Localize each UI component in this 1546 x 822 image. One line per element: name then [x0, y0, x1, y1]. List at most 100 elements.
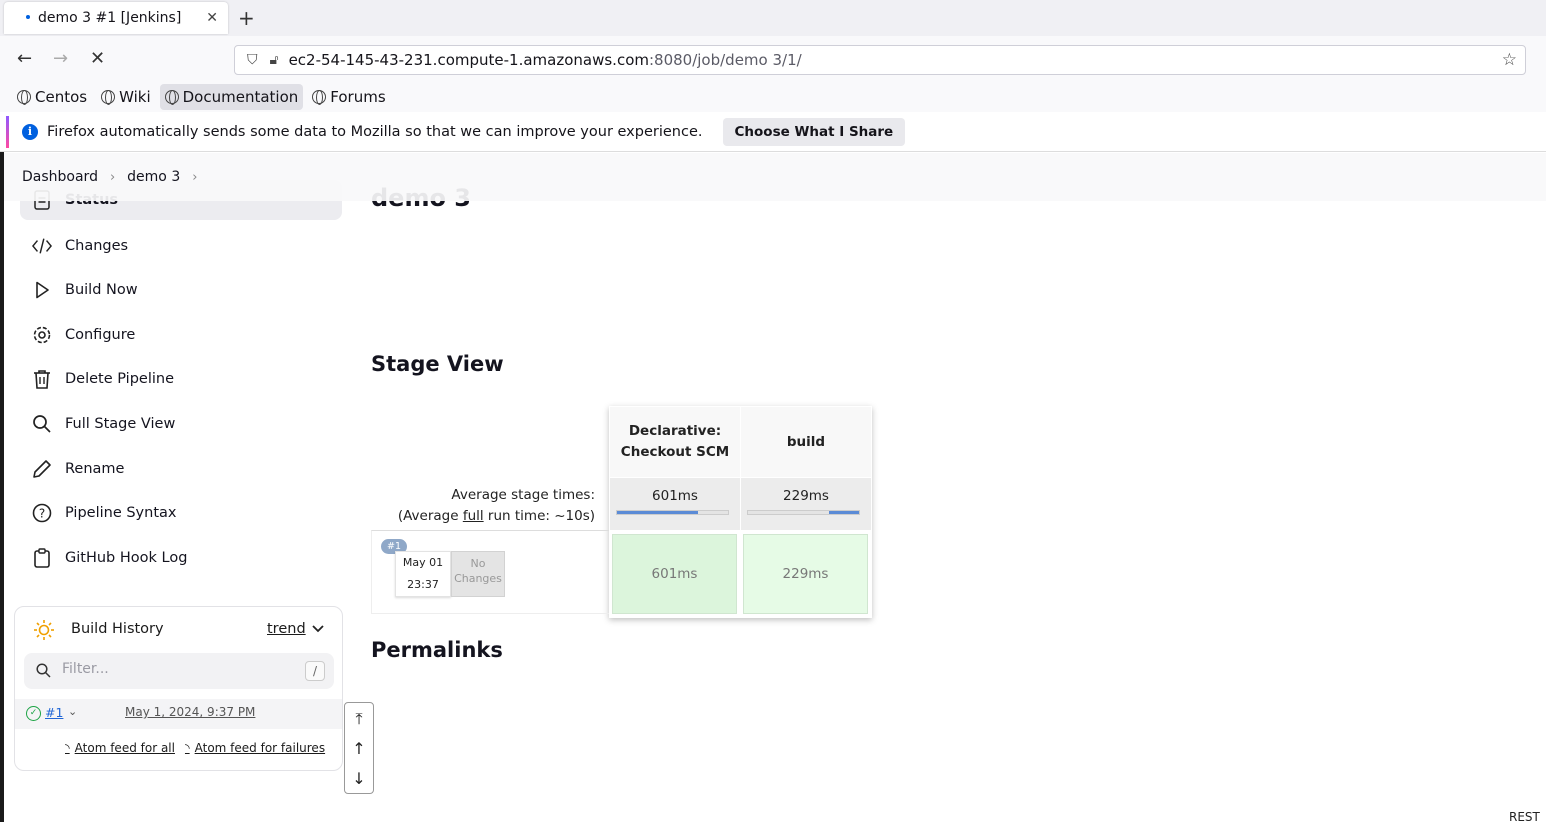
- choose-what-i-share-button[interactable]: Choose What I Share: [722, 117, 906, 146]
- gear-icon: [32, 325, 52, 345]
- browser-tab[interactable]: demo 3 #1 [Jenkins] ✕: [4, 2, 228, 34]
- new-tab-icon[interactable]: +: [238, 6, 255, 30]
- bookmark-wiki[interactable]: Wiki: [96, 84, 156, 110]
- info-icon: i: [22, 123, 38, 140]
- stage-average-bar-fill: [829, 511, 859, 514]
- globe-icon: [17, 90, 31, 105]
- full-run-link[interactable]: full: [463, 508, 484, 524]
- sidebar-item-label: Build Now: [65, 282, 138, 298]
- filter-input[interactable]: [62, 661, 282, 677]
- back-arrow-icon[interactable]: ←: [17, 48, 32, 69]
- atom-feed-all-link[interactable]: ◝ Atom feed for all: [65, 741, 175, 755]
- sidebar-item-label: Pipeline Syntax: [65, 505, 177, 521]
- stage-cell-build[interactable]: 229ms: [743, 534, 868, 614]
- stage-view-heading: Stage View: [371, 352, 504, 376]
- scroll-down-icon[interactable]: ↓: [345, 763, 373, 793]
- tab-title: demo 3 #1 [Jenkins]: [38, 10, 182, 26]
- bookmark-forums[interactable]: Forums: [307, 84, 390, 110]
- stage-average-bar: [616, 510, 729, 515]
- sidebar-item-configure[interactable]: Configure: [20, 315, 342, 355]
- bookmark-centos[interactable]: Centos: [12, 84, 92, 110]
- rest-api-link[interactable]: REST A: [1509, 810, 1546, 822]
- url-host: ec2-54-145-43-231.compute-1.amazonaws.co…: [288, 51, 649, 69]
- sidebar-item-label: Rename: [65, 461, 125, 477]
- sidebar-item-label: Delete Pipeline: [65, 371, 174, 387]
- chevron-right-icon[interactable]: ›: [192, 170, 197, 185]
- scroll-to-top-icon[interactable]: ⤒: [345, 704, 373, 734]
- telemetry-notice: i Firefox automatically sends some data …: [0, 112, 1546, 152]
- chevron-down-icon[interactable]: [312, 622, 324, 638]
- shield-icon[interactable]: ⛉: [247, 52, 258, 68]
- sidebar-item-delete-pipeline[interactable]: Delete Pipeline: [20, 359, 342, 399]
- notice-accent: [6, 116, 9, 148]
- notice-text: Firefox automatically sends some data to…: [47, 123, 703, 140]
- svg-text:?: ?: [39, 507, 45, 521]
- url-bar[interactable]: ⛉ 🔓︎ ec2-54-145-43-231.compute-1.amazona…: [234, 45, 1526, 75]
- star-icon[interactable]: ☆: [1502, 50, 1517, 70]
- build-row[interactable]: ✓ #1 ⌄ May 1, 2024, 9:37 PM: [15, 699, 342, 729]
- sidebar-item-rename[interactable]: Rename: [20, 449, 342, 489]
- build-date-link[interactable]: May 1, 2024, 9:37 PM: [125, 705, 255, 719]
- sidebar-item-changes[interactable]: Changes: [20, 226, 342, 266]
- breadcrumb-job[interactable]: demo 3: [127, 169, 180, 185]
- stop-icon[interactable]: ✕: [90, 48, 105, 69]
- breadcrumb: Dashboard › demo 3 ›: [4, 153, 1546, 201]
- trash-icon: [32, 369, 52, 389]
- stage-header-checkout-scm: Declarative: Checkout SCM: [610, 407, 740, 477]
- url-path: :8080/job/demo 3/1/: [648, 51, 802, 69]
- globe-icon: [164, 90, 179, 105]
- sidebar-item-full-stage-view[interactable]: Full Stage View: [20, 404, 342, 444]
- scroll-controls: ⤒ ↑ ↓: [344, 702, 374, 794]
- sidebar-item-label: Configure: [65, 327, 136, 343]
- atom-feed-failures-link[interactable]: ◝ Atom feed for failures: [185, 741, 325, 755]
- help-icon: ?: [32, 503, 52, 523]
- play-icon: [32, 280, 52, 300]
- chevron-right-icon: ›: [109, 169, 116, 185]
- insecure-lock-icon[interactable]: 🔓︎: [270, 52, 279, 68]
- stage-average-value: 229ms: [783, 488, 829, 504]
- run-changes: No Changes: [451, 551, 505, 597]
- sidebar-item-label: Full Stage View: [65, 416, 176, 432]
- sun-icon: [33, 619, 55, 641]
- tab-bar: demo 3 #1 [Jenkins] ✕ +: [0, 0, 1546, 36]
- stage-average-value: 601ms: [652, 488, 698, 504]
- search-icon: [32, 414, 52, 434]
- sidebar-item-build-now[interactable]: Build Now: [20, 270, 342, 310]
- rss-icon: ◝: [65, 741, 70, 755]
- search-icon: [36, 663, 51, 682]
- sidebar-item-github-hook-log[interactable]: GitHub Hook Log: [20, 538, 342, 578]
- pencil-icon: [32, 459, 52, 479]
- build-number-link[interactable]: #1: [45, 705, 63, 720]
- window-edge: [0, 152, 4, 822]
- build-history-panel: Build History trend / ✓ #1 ⌄ May 1, 2024…: [14, 606, 343, 771]
- bookmark-documentation[interactable]: Documentation: [159, 84, 304, 110]
- forward-arrow-icon[interactable]: →: [53, 48, 68, 69]
- stage-header-build: build: [741, 407, 871, 477]
- stage-average-checkout-scm: 601ms: [610, 478, 740, 530]
- breadcrumb-dashboard[interactable]: Dashboard: [22, 169, 98, 185]
- stage-cell-checkout-scm[interactable]: 601ms: [612, 534, 737, 614]
- rss-icon: ◝: [184, 741, 190, 755]
- globe-icon: [312, 90, 327, 105]
- chevron-down-icon[interactable]: ⌄: [68, 705, 77, 718]
- sidebar-item-label: Changes: [65, 238, 129, 254]
- stage-average-bar: [747, 510, 860, 515]
- trend-link[interactable]: trend: [267, 621, 306, 637]
- stage-average-build: 229ms: [741, 478, 871, 530]
- sidebar-item-label: GitHub Hook Log: [65, 550, 188, 566]
- success-check-icon: ✓: [26, 706, 41, 721]
- scroll-up-icon[interactable]: ↑: [345, 733, 373, 763]
- build-filter: /: [24, 653, 334, 689]
- close-icon[interactable]: ✕: [206, 10, 218, 26]
- loading-dot-icon: [26, 15, 30, 19]
- permalinks-heading: Permalinks: [371, 638, 503, 662]
- build-history-title: Build History: [71, 621, 164, 637]
- keyboard-shortcut-hint: /: [305, 661, 325, 681]
- average-run-time-label: (Average full run time: ~10s): [397, 508, 595, 524]
- bookmarks-bar: Centos Wiki Documentation Forums: [0, 82, 1546, 112]
- clipboard-icon: [32, 548, 52, 568]
- sidebar-item-pipeline-syntax[interactable]: ? Pipeline Syntax: [20, 493, 342, 533]
- stage-average-bar-fill: [617, 511, 698, 514]
- atom-feeds: ◝ Atom feed for all ◝ Atom feed for failur…: [65, 741, 335, 755]
- code-icon: [32, 236, 52, 256]
